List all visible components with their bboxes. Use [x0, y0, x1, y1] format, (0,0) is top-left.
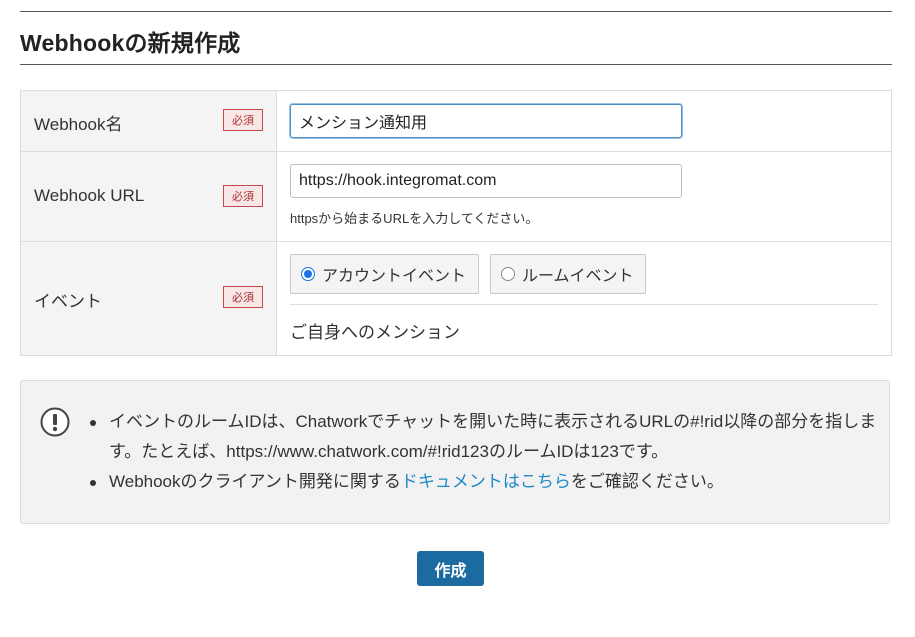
notice-docs-suffix: をご確認ください。 [570, 472, 724, 491]
notice-docs-prefix: Webhookのクライアント開発に関する [109, 472, 401, 491]
required-badge: 必須 [223, 185, 263, 207]
webhook-url-input[interactable] [290, 164, 682, 198]
top-divider [20, 11, 892, 12]
name-label: Webhook名 [34, 115, 123, 134]
event-description: ご自身へのメンション [290, 323, 460, 342]
page-title: Webhookの新規作成 [20, 30, 241, 56]
label-cell: イベント 必須 [21, 242, 277, 355]
required-badge: 必須 [223, 286, 263, 308]
documentation-link[interactable]: ドキュメントはこちら [401, 472, 571, 491]
required-badge: 必須 [223, 109, 263, 131]
notice-box: イベントのルームIDは、Chatworkでチャットを開いた時に表示されるURLの… [20, 380, 890, 524]
page: Webhookの新規作成 Webhook名 必須 Webhook URL 必須 … [0, 0, 915, 637]
url-label: Webhook URL [34, 186, 145, 205]
value-cell [277, 91, 891, 151]
form-row-event: イベント 必須 アカウントイベント ルームイベント ご自身へのメンション [21, 242, 891, 355]
value-cell: httpsから始まるURLを入力してください。 [277, 152, 891, 241]
radio-label: アカウントイベント [322, 268, 467, 285]
event-label: イベント [34, 292, 102, 311]
url-hint: httpsから始まるURLを入力してください。 [290, 211, 539, 226]
label-cell: Webhook URL 必須 [21, 152, 277, 241]
radio-checked-icon[interactable] [301, 267, 315, 281]
webhook-name-input[interactable] [290, 104, 682, 138]
radio-account-event[interactable]: アカウントイベント [290, 254, 479, 294]
radio-room-event[interactable]: ルームイベント [490, 254, 646, 294]
title-divider [20, 64, 892, 65]
event-divider [290, 304, 878, 305]
form-row-url: Webhook URL 必須 httpsから始まるURLを入力してください。 [21, 152, 891, 242]
create-button[interactable]: 作成 [417, 551, 484, 586]
webhook-form: Webhook名 必須 Webhook URL 必須 httpsから始まるURL… [20, 90, 892, 356]
notice-item-room-id: イベントのルームIDは、Chatworkでチャットを開いた時に表示されるURLの… [90, 407, 879, 467]
exclamation-circle-icon [40, 407, 70, 437]
notice-item-docs: Webhookのクライアント開発に関するドキュメントはこちらをご確認ください。 [90, 467, 879, 497]
label-cell: Webhook名 必須 [21, 91, 277, 151]
radio-label: ルームイベント [522, 268, 634, 285]
notice-list: イベントのルームIDは、Chatworkでチャットを開いた時に表示されるURLの… [90, 407, 879, 497]
value-cell: アカウントイベント ルームイベント ご自身へのメンション [277, 242, 891, 355]
radio-unchecked-icon[interactable] [501, 267, 515, 281]
form-row-name: Webhook名 必須 [21, 91, 891, 152]
